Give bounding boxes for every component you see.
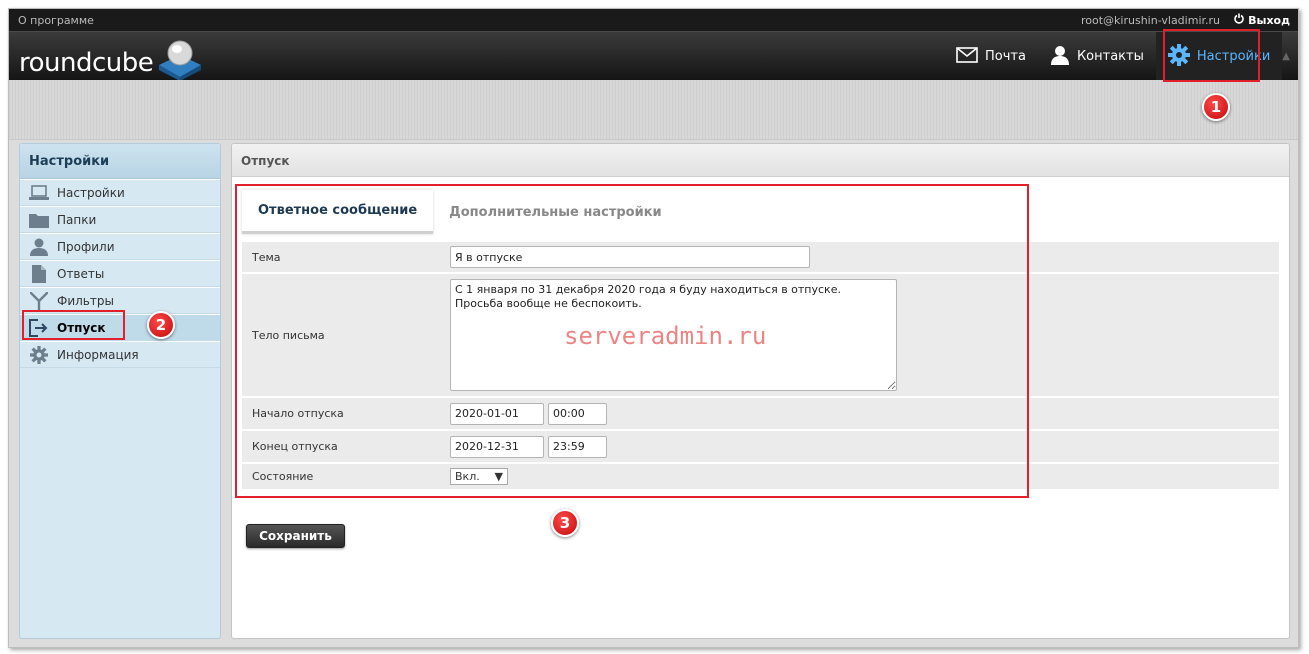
nav-settings-label: Настройки (1196, 49, 1271, 64)
nav-scroll-icon[interactable]: ▲ (1282, 51, 1298, 62)
subject-input[interactable] (450, 246, 810, 268)
sidebar-item-label: Отпуск (57, 320, 106, 335)
sidebar-item-label: Профили (57, 239, 115, 254)
vacation-form: Тема Тело письма С 1 января по 31 декабр… (242, 242, 1279, 491)
gear-icon (29, 345, 49, 364)
logo-cube-icon (159, 40, 202, 81)
end-label: Конец отпуска (252, 440, 338, 453)
gear-icon (1167, 43, 1190, 70)
sidebar-item-vacation[interactable]: Отпуск (20, 314, 220, 341)
top-bar: О программе root@kirushin-vladimir.ru Вы… (9, 9, 1298, 31)
settings-sidebar: Настройки Настройки Папки Профили Ответы… (19, 143, 221, 639)
sidebar-item-preferences[interactable]: Настройки (20, 179, 220, 206)
panel-title: Отпуск (232, 144, 1289, 177)
sidebar-item-folders[interactable]: Папки (20, 206, 220, 233)
sidebar-item-label: Информация (57, 347, 139, 362)
end-date-input[interactable] (450, 435, 544, 458)
exit-icon (29, 318, 49, 337)
sidebar-item-label: Фильтры (57, 293, 114, 308)
envelope-icon (956, 46, 978, 67)
save-button[interactable]: Сохранить (246, 524, 345, 548)
logout-button[interactable]: Выход (1234, 13, 1290, 27)
power-icon (1234, 13, 1244, 27)
nav-settings[interactable]: Настройки (1155, 32, 1283, 81)
form-row-end: Конец отпуска (242, 431, 1279, 464)
tab-advanced-settings[interactable]: Дополнительные настройки (433, 190, 677, 234)
sidebar-item-label: Ответы (57, 266, 105, 281)
start-time-input[interactable] (548, 402, 607, 425)
tab-bar: Ответное сообщение Дополнительные настро… (242, 190, 678, 234)
nav-mail[interactable]: Почта (944, 32, 1038, 81)
watermark-text: serveradmin.ru (564, 322, 767, 350)
step-badge-2: 2 (147, 311, 175, 339)
folder-icon (29, 211, 49, 229)
logo-text: roundcube (19, 48, 154, 78)
start-label: Начало отпуска (252, 407, 344, 420)
nav-contacts-label: Контакты (1076, 49, 1144, 64)
form-row-start: Начало отпуска (242, 398, 1279, 431)
laptop-icon (29, 184, 49, 202)
user-email: root@kirushin-vladimir.ru (1081, 14, 1220, 27)
status-label: Состояние (252, 470, 314, 483)
toolbar-area (9, 80, 1298, 140)
header: roundcube Почта Контакты Настройки ▲ (9, 31, 1298, 81)
app-window: О программе root@kirushin-vladimir.ru Вы… (8, 8, 1299, 648)
filter-icon (29, 291, 49, 310)
main-nav: Почта Контакты Настройки ▲ (944, 32, 1298, 81)
form-row-subject: Тема (242, 242, 1279, 274)
content-panel: Отпуск Ответное сообщение Дополнительные… (231, 143, 1290, 639)
form-row-status: Состояние Вкл. ▼ (242, 464, 1279, 491)
logo[interactable]: roundcube (19, 37, 205, 81)
nav-contacts[interactable]: Контакты (1038, 32, 1156, 81)
sidebar-item-label: Папки (57, 212, 97, 227)
document-icon (29, 264, 49, 283)
person-icon (1050, 45, 1070, 69)
status-value: Вкл. (455, 470, 480, 483)
sidebar-item-filters[interactable]: Фильтры (20, 287, 220, 314)
end-time-input[interactable] (548, 435, 607, 458)
dropdown-arrow-icon: ▼ (494, 470, 503, 483)
status-select[interactable]: Вкл. ▼ (450, 468, 508, 485)
sidebar-item-label: Настройки (57, 185, 125, 200)
subject-label: Тема (252, 250, 281, 264)
body-label: Тело письма (252, 328, 325, 342)
about-link[interactable]: О программе (18, 14, 94, 27)
nav-mail-label: Почта (985, 49, 1026, 64)
step-badge-1: 1 (1202, 93, 1230, 121)
sidebar-item-responses[interactable]: Ответы (20, 260, 220, 287)
tab-reply-message[interactable]: Ответное сообщение (242, 190, 434, 234)
start-date-input[interactable] (450, 402, 544, 425)
user-icon (29, 238, 49, 256)
sidebar-title: Настройки (20, 144, 220, 179)
logout-label: Выход (1248, 13, 1290, 27)
step-badge-3: 3 (551, 509, 579, 537)
sidebar-item-about[interactable]: Информация (20, 341, 220, 368)
sidebar-item-identities[interactable]: Профили (20, 233, 220, 260)
